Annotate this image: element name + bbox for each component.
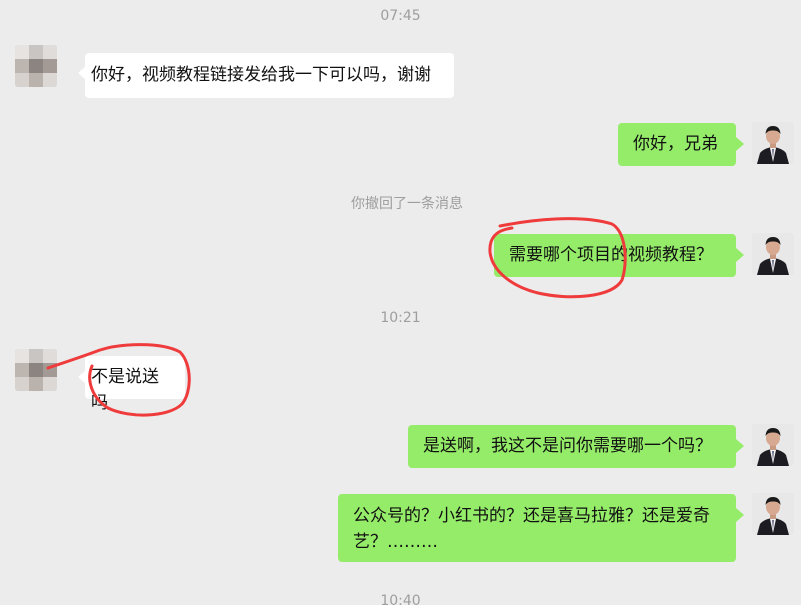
my-avatar[interactable] [752,424,794,466]
timestamp: 07:45 [380,8,421,24]
person-photo-icon [752,122,794,164]
bubble-tail [736,508,744,522]
contact-avatar[interactable] [15,349,57,391]
bubble-tail [736,439,744,453]
person-photo-icon [752,424,794,466]
timestamp: 10:40 [380,593,421,605]
my-avatar[interactable] [752,122,794,164]
chat-window: 07:45 你好，视频教程链接发给我一下可以吗，谢谢 你好，兄弟 你撤回了一条消… [0,0,801,605]
message-text: 你好，兄弟 [633,134,718,154]
incoming-message[interactable]: 你好，视频教程链接发给我一下可以吗，谢谢 [85,53,454,98]
outgoing-message[interactable]: 你好，兄弟 [618,123,736,166]
incoming-message[interactable]: 不是说送吗 [85,356,185,413]
outgoing-message[interactable]: 是送啊，我这不是问你需要哪一个吗？ [408,425,736,468]
my-avatar[interactable] [752,493,794,535]
outgoing-message[interactable]: 公众号的？小红书的？还是喜马拉雅？还是爱奇 艺？……… [338,494,736,562]
message-text: 不是说送吗 [91,367,159,413]
person-photo-icon [752,493,794,535]
person-photo-icon [752,233,794,275]
my-avatar[interactable] [752,233,794,275]
timestamp: 10:21 [380,310,421,326]
message-text: 你好，视频教程链接发给我一下可以吗，谢谢 [91,65,431,85]
bubble-tail [736,137,744,151]
message-text-line: 艺？……… [353,532,438,552]
message-text: 是送啊，我这不是问你需要哪一个吗？ [423,436,712,456]
recalled-message-notice: 你撤回了一条消息 [351,196,463,212]
message-text: 需要哪个项目的视频教程？ [509,245,713,265]
contact-avatar[interactable] [15,45,57,87]
bubble-tail [736,248,744,262]
message-text-line: 公众号的？小红书的？还是喜马拉雅？还是爱奇 [353,506,710,526]
outgoing-message[interactable]: 需要哪个项目的视频教程？ [494,234,736,277]
